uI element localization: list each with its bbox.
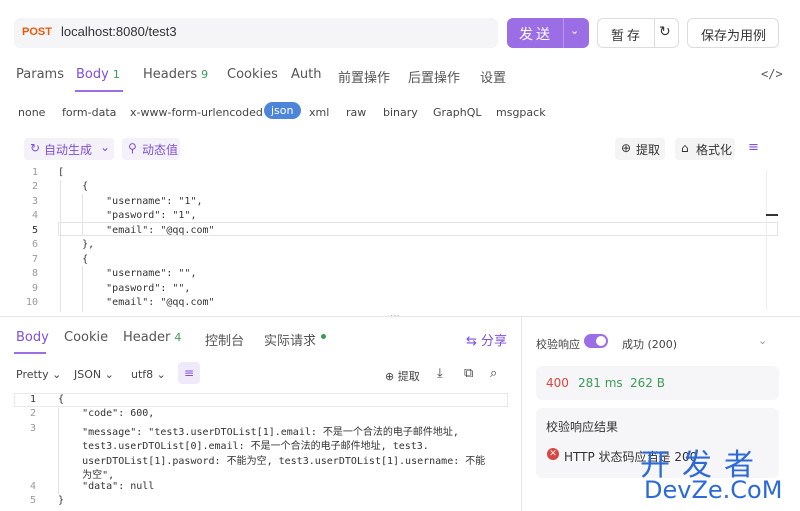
response-tab-body[interactable]: Body xyxy=(16,330,49,345)
validate-toggle[interactable] xyxy=(584,334,608,348)
format-select[interactable]: JSON ⌄ xyxy=(74,368,114,381)
save-as-label: 保存为用例 xyxy=(701,29,767,44)
wrap-lines-icon[interactable]: ≡ xyxy=(178,362,200,384)
save-as-case-button[interactable]: 保存为用例 xyxy=(687,18,779,48)
result-title: 校验响应结果 xyxy=(546,420,619,434)
save-label: 暂存 xyxy=(611,29,644,44)
tab-body[interactable]: Body 1 xyxy=(76,67,120,82)
tab-post-ops[interactable]: 后置操作 xyxy=(408,67,460,86)
chevron-down-icon[interactable]: ⌄ xyxy=(570,24,579,37)
response-size: 262 B xyxy=(630,376,665,390)
response-tab-actual-request[interactable]: 实际请求 xyxy=(264,330,316,349)
response-tab-header[interactable]: Header 4 xyxy=(123,330,181,345)
format-icon: ⌂ xyxy=(681,141,689,155)
minimap-marker xyxy=(766,214,778,216)
copy-icon[interactable]: ⧉ xyxy=(464,366,473,381)
body-type-none[interactable]: none xyxy=(18,106,45,119)
extract-button[interactable]: ⊕ 提取 xyxy=(615,138,665,160)
wrap-lines-icon[interactable]: ≡ xyxy=(748,140,759,155)
share-icon: ⇆ xyxy=(466,334,477,349)
chevron-down-icon[interactable]: ⌄ xyxy=(758,334,767,347)
status-dot xyxy=(321,334,326,339)
response-body-viewer[interactable]: 1 2 3 4 5 { "code": 600, "message": "tes… xyxy=(14,392,508,510)
tab-settings[interactable]: 设置 xyxy=(480,67,506,86)
tab-headers[interactable]: Headers 9 xyxy=(143,67,208,82)
tab-params[interactable]: Params xyxy=(16,67,64,82)
extract-icon: ⊕ xyxy=(385,370,395,383)
tab-pre-ops[interactable]: 前置操作 xyxy=(338,67,390,86)
search-icon[interactable]: ⌕ xyxy=(490,366,497,381)
refresh-icon[interactable]: ↻ xyxy=(659,24,671,40)
tab-underline xyxy=(75,90,123,92)
auto-generate-button[interactable]: ↻ 自动生成 ⌄ xyxy=(24,138,114,160)
send-label: 发送 xyxy=(519,27,553,43)
body-type-json[interactable]: json xyxy=(264,102,301,119)
body-type-raw[interactable]: raw xyxy=(346,106,366,119)
response-time: 281 ms xyxy=(578,376,623,390)
watermark-en: DevZe.CoM xyxy=(644,476,783,504)
response-stats: 400 281 ms 262 B xyxy=(536,366,779,400)
format-button[interactable]: ⌂ 格式化 xyxy=(675,138,735,160)
body-type-graphql[interactable]: GraphQL xyxy=(433,106,482,119)
dynamic-value-button[interactable]: ⚲ 动态值 xyxy=(122,138,180,160)
body-type-binary[interactable]: binary xyxy=(383,106,418,119)
encoding-select[interactable]: utf8 ⌄ xyxy=(131,368,166,381)
body-type-urlencoded[interactable]: x-www-form-urlencoded xyxy=(130,106,263,119)
panel-divider[interactable] xyxy=(521,317,522,511)
status-code: 400 xyxy=(546,376,569,390)
request-body-editor[interactable]: 1 2 3 4 5 6 7 8 9 10 [ { "username": "1"… xyxy=(14,165,780,313)
validate-label: 校验响应 xyxy=(536,338,580,351)
editor-scrollbar[interactable] xyxy=(766,170,767,310)
code-view-icon[interactable]: </> xyxy=(761,67,783,81)
wand-icon: ⚲ xyxy=(128,141,137,155)
chevron-down-icon[interactable]: ⌄ xyxy=(100,140,110,154)
tab-cookies[interactable]: Cookies xyxy=(227,67,278,82)
response-tab-cookie[interactable]: Cookie xyxy=(64,330,108,345)
download-icon[interactable]: ⤓ xyxy=(437,366,443,381)
body-type-form-data[interactable]: form-data xyxy=(62,106,116,119)
url-input[interactable]: localhost:8080/test3 xyxy=(61,24,177,39)
send-button[interactable]: 发送 ⌄ xyxy=(507,18,589,48)
save-button[interactable]: 暂存 ↻ xyxy=(597,18,679,48)
pretty-select[interactable]: Pretty ⌄ xyxy=(16,368,61,381)
body-type-msgpack[interactable]: msgpack xyxy=(496,106,546,119)
method-select[interactable]: POST xyxy=(22,26,52,38)
response-tab-console[interactable]: 控制台 xyxy=(205,330,244,349)
share-button[interactable]: ⇆ 分享 xyxy=(466,330,507,349)
response-extract-button[interactable]: ⊕ 提取 xyxy=(385,368,420,384)
body-type-xml[interactable]: xml xyxy=(309,106,329,119)
refresh-icon: ↻ xyxy=(30,141,41,155)
tab-auth[interactable]: Auth xyxy=(291,67,321,82)
validate-status: 成功 (200) xyxy=(622,338,678,351)
error-icon: ✕ xyxy=(547,448,559,460)
extract-icon: ⊕ xyxy=(621,141,632,155)
